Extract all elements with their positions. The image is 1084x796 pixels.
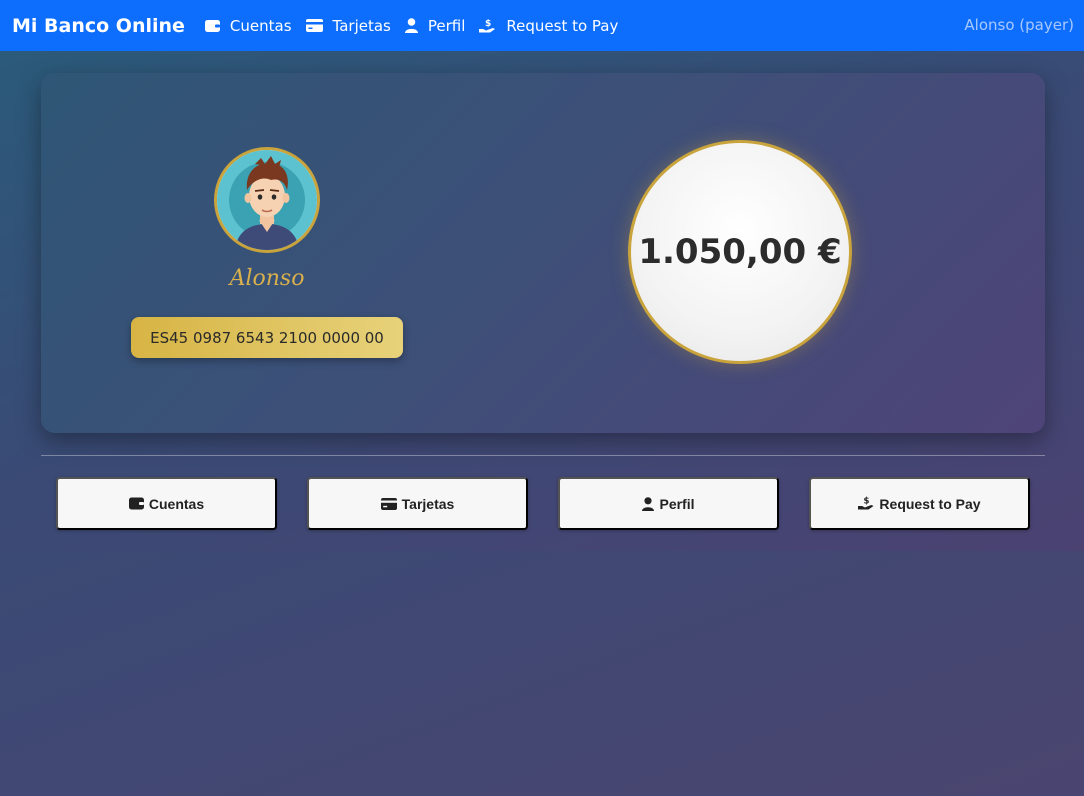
button-label: Perfil: [659, 495, 695, 512]
credit-card-icon: [380, 497, 397, 510]
credit-card-icon: [305, 19, 323, 32]
nav-link-label: Tarjetas: [332, 16, 391, 35]
nav-link-label: Request to Pay: [506, 16, 619, 35]
user-icon: [404, 18, 418, 33]
avatar: [214, 147, 320, 253]
current-user[interactable]: Alonso (payer): [964, 16, 1074, 34]
nav-links: Cuentas Tarjetas Perfil $ Request to Pay: [204, 16, 632, 35]
svg-text:$: $: [485, 19, 491, 29]
brand[interactable]: Mi Banco Online: [12, 15, 185, 37]
wallet-icon: [204, 19, 220, 32]
balance-amount: 1.050,00 €: [638, 232, 842, 272]
divider: [41, 455, 1045, 456]
nav-link-perfil[interactable]: Perfil: [404, 16, 466, 35]
wallet-icon: [128, 497, 144, 510]
button-label: Tarjetas: [401, 495, 455, 512]
hand-money-icon: $: [479, 19, 496, 32]
hand-money-icon: $: [858, 497, 874, 510]
svg-text:$: $: [864, 497, 870, 507]
button-label: Cuentas: [148, 495, 205, 512]
navbar: Mi Banco Online Cuentas Tarjetas Perfil …: [0, 0, 1084, 51]
nav-link-label: Cuentas: [229, 16, 292, 35]
user-icon: [642, 496, 655, 511]
nav-link-request-to-pay[interactable]: $ Request to Pay: [479, 17, 618, 35]
nav-link-cuentas[interactable]: Cuentas: [204, 16, 292, 35]
request-to-pay-button[interactable]: $ Request to Pay: [809, 477, 1030, 530]
avatar-illustration: [217, 150, 317, 250]
balance-circle: 1.050,00 €: [628, 140, 852, 364]
tarjetas-button[interactable]: Tarjetas: [307, 477, 528, 530]
nav-link-tarjetas[interactable]: Tarjetas: [305, 16, 391, 35]
perfil-button[interactable]: Perfil: [558, 477, 779, 530]
iban-badge: ES45 0987 6543 2100 0000 00: [131, 317, 403, 358]
cuentas-button[interactable]: Cuentas: [56, 477, 277, 530]
account-holder-name: Alonso: [229, 266, 305, 291]
account-summary-card: [41, 73, 1045, 433]
button-label: Request to Pay: [879, 495, 981, 512]
nav-link-label: Perfil: [427, 16, 466, 35]
